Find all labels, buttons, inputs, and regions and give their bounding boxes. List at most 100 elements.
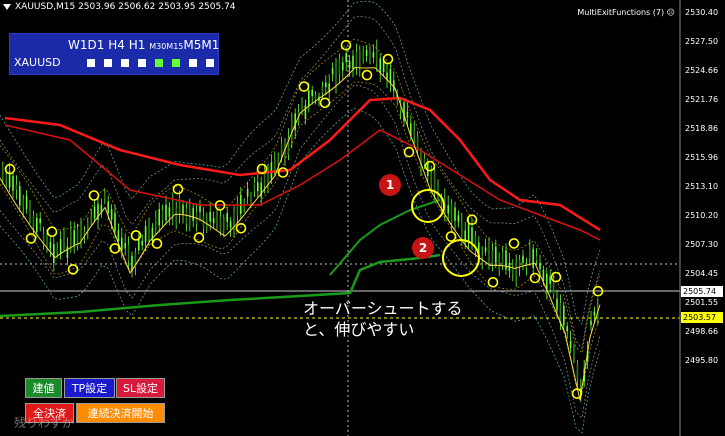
candle-body	[172, 201, 174, 216]
candle-body	[63, 234, 65, 245]
chain-close-button[interactable]: 連続決済開始	[76, 403, 165, 423]
signal-marker	[235, 223, 247, 234]
tf-d1[interactable]: D1	[88, 38, 105, 52]
candle-body	[321, 87, 324, 93]
candle-body	[209, 211, 211, 222]
candle-body	[185, 208, 188, 224]
band-line	[0, 84, 601, 419]
candle-body	[501, 251, 504, 266]
signal-marker	[25, 233, 37, 244]
tf-status-m1	[206, 59, 214, 67]
candle-body	[291, 120, 293, 140]
annotation-text: オーバーシュートする と、伸びやすい	[303, 298, 463, 340]
candle-body	[49, 242, 52, 249]
signal-marker	[172, 183, 184, 195]
price-axis-label: 2507.30	[685, 240, 719, 249]
candle-body	[331, 68, 334, 75]
tf-m30[interactable]: M30	[149, 42, 166, 51]
candle-body	[369, 53, 371, 60]
tf-m15[interactable]: M15	[166, 42, 183, 51]
candle-body	[226, 213, 228, 222]
candle-body	[338, 59, 341, 75]
candle-body	[29, 204, 31, 215]
candle-body	[236, 201, 239, 216]
ma-red-line-2	[4, 124, 601, 241]
tf-m1[interactable]: M1	[201, 38, 219, 52]
tf-h1[interactable]: H1	[129, 38, 146, 52]
candle-body	[491, 250, 494, 265]
candle-body	[22, 199, 24, 209]
price-axis-label: 2498.66	[685, 327, 719, 336]
tf-h4[interactable]: H4	[108, 38, 125, 52]
candle-body	[495, 246, 497, 263]
candle-body	[406, 111, 409, 118]
candle-body	[212, 218, 215, 224]
candle-body	[274, 159, 276, 172]
tp-settings-button[interactable]: TP設定	[64, 378, 115, 398]
candle-body	[532, 248, 534, 268]
price-axis-label: 2510.20	[685, 211, 719, 220]
candle-body	[342, 62, 344, 71]
candle-body	[372, 51, 375, 58]
dropdown-triangle-icon[interactable]	[3, 3, 11, 10]
signal-marker	[361, 69, 373, 81]
candle-body	[121, 237, 123, 251]
price-axis-label: 2530.40	[685, 8, 719, 17]
candle-body	[457, 215, 460, 222]
entry-button[interactable]: 建値	[25, 378, 62, 398]
candle-body	[168, 207, 171, 217]
ma-yellow-line	[0, 66, 601, 401]
price-axis-label: 2524.66	[685, 66, 719, 75]
candle-body	[379, 58, 381, 73]
candle-body	[539, 263, 541, 269]
candle-body	[461, 221, 463, 238]
candle-body	[216, 214, 218, 223]
signal-marker	[424, 160, 436, 172]
candle-body	[301, 104, 303, 110]
panel-symbol: XAUUSD	[14, 56, 61, 69]
badge-2: 2	[412, 237, 434, 259]
candle-body	[90, 216, 92, 221]
signal-marker	[46, 226, 58, 237]
candle-body	[165, 204, 167, 221]
candle-body	[365, 49, 368, 57]
candle-body	[280, 143, 283, 156]
candle-body	[36, 217, 38, 233]
sl-settings-button[interactable]: SL設定	[116, 378, 165, 398]
candle-body	[447, 205, 449, 214]
tf-status-h4	[121, 59, 129, 67]
candle-body	[246, 188, 249, 197]
candle-body	[573, 348, 575, 357]
candle-body	[257, 182, 259, 192]
candle-body	[46, 235, 48, 248]
tf-status-h1	[138, 59, 146, 67]
timeframe-panel: W1D1 H4 H1 M30M15M5M1 XAUUSD	[9, 33, 219, 75]
tf-status-m15	[172, 59, 180, 67]
price-axis-label: 2521.76	[685, 95, 719, 104]
candle-body	[42, 233, 45, 243]
tf-status-d1	[104, 59, 112, 67]
candle-body	[240, 194, 242, 214]
highlight-circle-2	[442, 239, 480, 277]
candle-body	[484, 247, 487, 252]
signal-marker	[88, 190, 100, 201]
tf-w1[interactable]: W1	[68, 38, 88, 52]
candle-body	[2, 166, 4, 180]
candle-body	[175, 207, 177, 225]
price-axis-label: 2518.86	[685, 124, 719, 133]
candle-body	[556, 298, 558, 311]
candle-body	[148, 222, 150, 240]
candle-body	[518, 259, 521, 268]
timeframe-row: W1D1 H4 H1 M30M15M5M1	[68, 38, 219, 52]
indicator-name: MultiExitFunctions (7)	[577, 8, 665, 17]
candle-body	[260, 182, 262, 198]
candle-body	[93, 206, 96, 219]
bottom-overlay-text: 残りわずか	[14, 416, 75, 430]
candle-body	[311, 89, 313, 96]
candle-body	[144, 226, 147, 242]
annotation-line-2: と、伸びやすい	[303, 320, 415, 339]
candle-body	[124, 243, 126, 249]
candle-body	[569, 340, 572, 348]
tf-m5[interactable]: M5	[183, 38, 201, 52]
candle-body	[348, 61, 351, 69]
